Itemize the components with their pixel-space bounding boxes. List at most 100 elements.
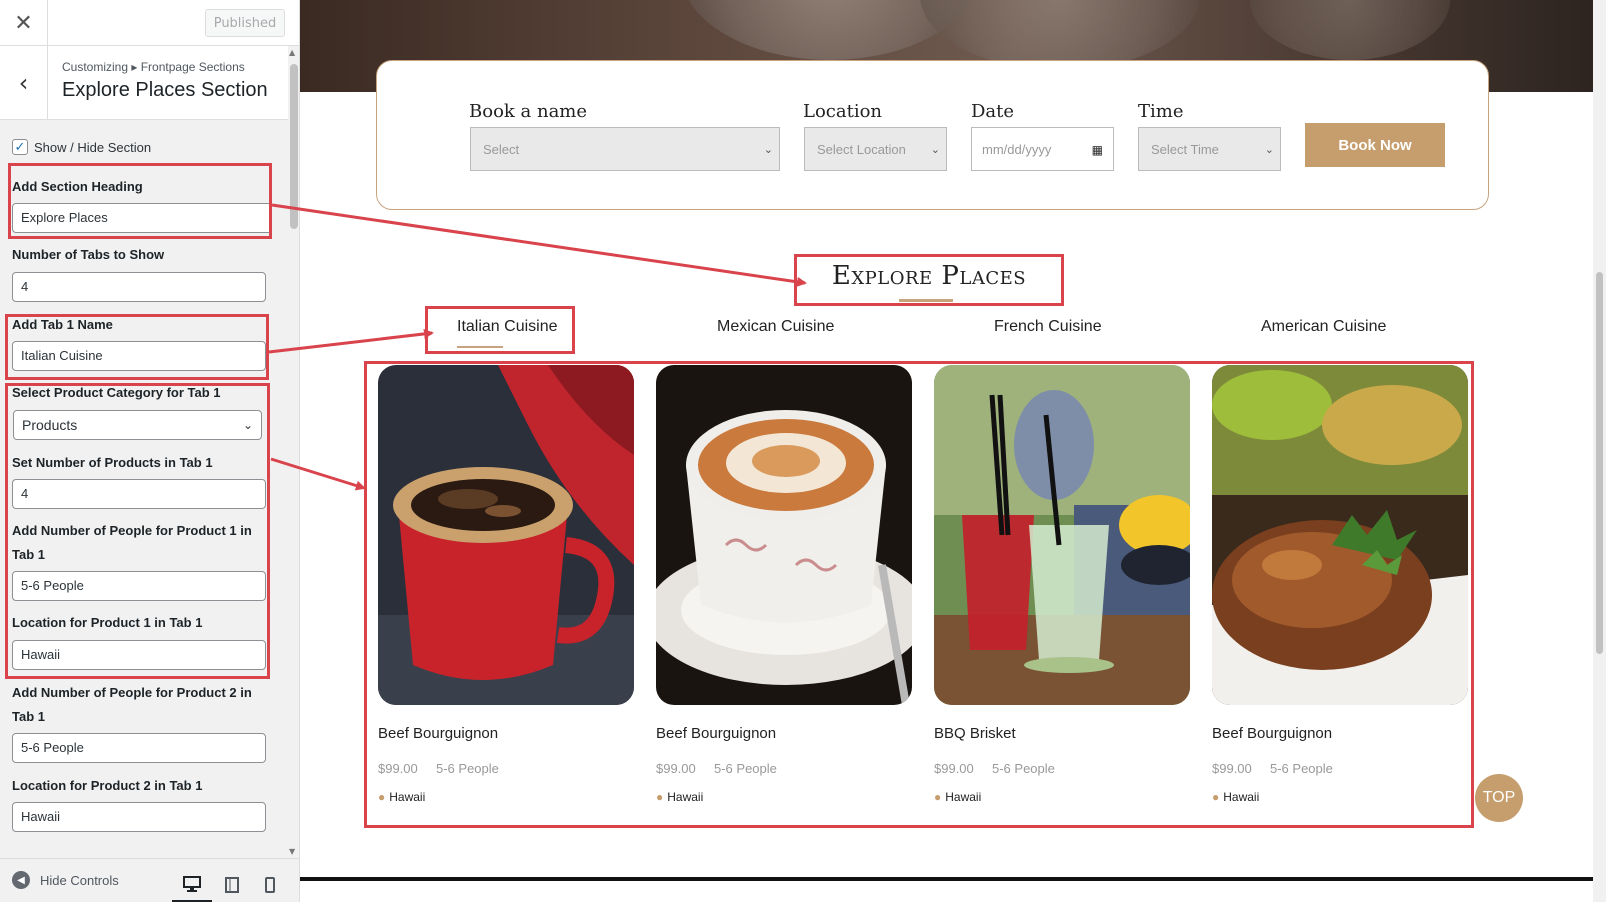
date-label: Date bbox=[971, 101, 1015, 122]
heading-label: Add Section Heading bbox=[12, 179, 143, 194]
preview-scrollbar-thumb[interactable] bbox=[1596, 272, 1603, 654]
footer-edge bbox=[300, 877, 1593, 881]
collapse-icon: ◀ bbox=[12, 871, 30, 889]
customizer-sidebar: ✕ Published ‹ Customizing ▸ Frontpage Se… bbox=[0, 0, 300, 902]
chevron-down-icon: ⌄ bbox=[763, 144, 773, 156]
book-name-placeholder: Select bbox=[483, 142, 520, 157]
heading-underline bbox=[899, 299, 953, 302]
p2-people-label: Add Number of People for Product 2 in Ta… bbox=[12, 685, 252, 724]
product-location: ● Hawaii bbox=[1212, 790, 1259, 804]
tabs-count-input[interactable]: 4 bbox=[12, 272, 266, 302]
scroll-up-icon[interactable]: ▲ bbox=[289, 48, 295, 57]
product-people: 5-6 People bbox=[992, 761, 1055, 776]
controls-panel: ✓ Show / Hide Section Add Section Headin… bbox=[0, 121, 288, 858]
active-tab-underline bbox=[457, 346, 503, 348]
booking-form: Book a name Select ⌄ Location Select Loc… bbox=[376, 60, 1489, 210]
book-now-button[interactable]: Book Now bbox=[1305, 123, 1445, 167]
time-label: Time bbox=[1138, 101, 1184, 122]
book-name-select[interactable]: Select ⌄ bbox=[470, 127, 780, 171]
checkbox-icon[interactable]: ✓ bbox=[12, 139, 28, 155]
breadcrumb: Customizing ▸ Frontpage Sections bbox=[62, 60, 245, 74]
mobile-preview-icon[interactable] bbox=[250, 867, 290, 902]
p1-people-label: Add Number of People for Product 1 in Ta… bbox=[12, 523, 252, 562]
close-icon[interactable]: ✕ bbox=[0, 0, 48, 46]
p1-people-input[interactable]: 5-6 People bbox=[12, 571, 266, 601]
p2-location-input[interactable]: Hawaii bbox=[12, 802, 266, 832]
chevron-down-icon: ⌄ bbox=[1264, 144, 1274, 156]
location-pin-icon: ● bbox=[934, 790, 942, 804]
section-title: Explore Places Section bbox=[62, 79, 268, 101]
show-hide-section-toggle[interactable]: ✓ Show / Hide Section bbox=[12, 139, 151, 155]
scrollbar-thumb[interactable] bbox=[290, 64, 298, 229]
p2-location-label: Location for Product 2 in Tab 1 bbox=[12, 778, 203, 793]
show-hide-label: Show / Hide Section bbox=[34, 139, 152, 155]
product-location-text: Hawaii bbox=[945, 790, 982, 804]
customizer-header: ✕ Published bbox=[0, 0, 299, 46]
chevron-down-icon: ⌄ bbox=[930, 144, 940, 156]
p1-location-input[interactable]: Hawaii bbox=[12, 640, 266, 670]
product-name[interactable]: Beef Bourguignon bbox=[378, 725, 498, 742]
book-name-label: Book a name bbox=[469, 101, 588, 122]
tab-italian-cuisine[interactable]: Italian Cuisine bbox=[457, 318, 558, 336]
product-price: $99.00 bbox=[1212, 761, 1252, 776]
time-select[interactable]: Select Time ⌄ bbox=[1138, 127, 1281, 171]
location-select[interactable]: Select Location ⌄ bbox=[804, 127, 947, 171]
time-placeholder: Select Time bbox=[1151, 142, 1219, 157]
product-image-chicken[interactable] bbox=[1212, 365, 1468, 705]
product-image-coffee[interactable] bbox=[378, 365, 634, 705]
product-card[interactable]: BBQ Brisket $99.00 5-6 People ● Hawaii bbox=[934, 365, 1190, 804]
product-people: 5-6 People bbox=[1270, 761, 1333, 776]
scroll-down-icon[interactable]: ▼ bbox=[289, 847, 295, 856]
product-location: ● Hawaii bbox=[656, 790, 703, 804]
p1-location-label: Location for Product 1 in Tab 1 bbox=[12, 615, 203, 630]
category-label: Select Product Category for Tab 1 bbox=[12, 385, 221, 400]
product-image-drinks[interactable] bbox=[934, 365, 1190, 705]
product-image-latte[interactable] bbox=[656, 365, 912, 705]
back-arrow-icon[interactable]: ‹ bbox=[0, 46, 48, 120]
back-to-top-button[interactable]: TOP bbox=[1475, 774, 1523, 822]
tabs-count-label: Number of Tabs to Show bbox=[12, 247, 165, 262]
site-preview: Book a name Select ⌄ Location Select Loc… bbox=[300, 0, 1606, 902]
product-name[interactable]: Beef Bourguignon bbox=[656, 725, 776, 742]
chevron-down-icon: ⌄ bbox=[242, 418, 253, 432]
published-button[interactable]: Published bbox=[205, 9, 285, 37]
product-name[interactable]: BBQ Brisket bbox=[934, 725, 1016, 742]
date-input[interactable]: mm/dd/yyyy ▦ bbox=[971, 127, 1114, 171]
calendar-icon[interactable]: ▦ bbox=[1092, 128, 1103, 172]
section-heading: Explore Places bbox=[831, 261, 1027, 291]
tab1-name-input[interactable]: Italian Cuisine bbox=[12, 341, 266, 371]
tab-french-cuisine[interactable]: French Cuisine bbox=[994, 318, 1102, 336]
tab-american-cuisine[interactable]: American Cuisine bbox=[1261, 318, 1386, 336]
hide-controls-button[interactable]: ◀ Hide Controls bbox=[12, 871, 119, 889]
product-card[interactable]: Beef Bourguignon $99.00 5-6 People ● Haw… bbox=[1212, 365, 1468, 804]
num-products-input[interactable]: 4 bbox=[12, 479, 266, 509]
section-header: ‹ Customizing ▸ Frontpage Sections Explo… bbox=[0, 46, 299, 120]
product-location: ● Hawaii bbox=[934, 790, 981, 804]
location-pin-icon: ● bbox=[378, 790, 386, 804]
location-pin-icon: ● bbox=[656, 790, 664, 804]
preview-scrollbar[interactable] bbox=[1593, 0, 1606, 902]
product-name[interactable]: Beef Bourguignon bbox=[1212, 725, 1332, 742]
product-location-text: Hawaii bbox=[1223, 790, 1260, 804]
location-pin-icon: ● bbox=[1212, 790, 1220, 804]
location-placeholder: Select Location bbox=[817, 142, 906, 157]
product-price: $99.00 bbox=[934, 761, 974, 776]
tab1-name-label: Add Tab 1 Name bbox=[12, 317, 113, 332]
sidebar-scrollbar[interactable]: ▲ ▼ bbox=[288, 46, 299, 858]
desktop-preview-icon[interactable] bbox=[172, 867, 212, 902]
product-people: 5-6 People bbox=[714, 761, 777, 776]
product-card[interactable]: Beef Bourguignon $99.00 5-6 People ● Haw… bbox=[656, 365, 912, 804]
product-people: 5-6 People bbox=[436, 761, 499, 776]
category-select-value: Products bbox=[22, 417, 78, 433]
p2-people-input[interactable]: 5-6 People bbox=[12, 733, 266, 763]
product-location: ● Hawaii bbox=[378, 790, 425, 804]
heading-input[interactable]: Explore Places bbox=[12, 203, 272, 233]
product-location-text: Hawaii bbox=[389, 790, 426, 804]
hide-controls-label: Hide Controls bbox=[40, 872, 119, 888]
tab-mexican-cuisine[interactable]: Mexican Cuisine bbox=[717, 318, 834, 336]
product-location-text: Hawaii bbox=[667, 790, 704, 804]
tablet-preview-icon[interactable] bbox=[212, 867, 252, 902]
category-select[interactable]: Products ⌄ bbox=[13, 410, 262, 440]
customizer-footer: ◀ Hide Controls bbox=[0, 858, 299, 902]
product-card[interactable]: Beef Bourguignon $99.00 5-6 People ● Haw… bbox=[378, 365, 634, 804]
